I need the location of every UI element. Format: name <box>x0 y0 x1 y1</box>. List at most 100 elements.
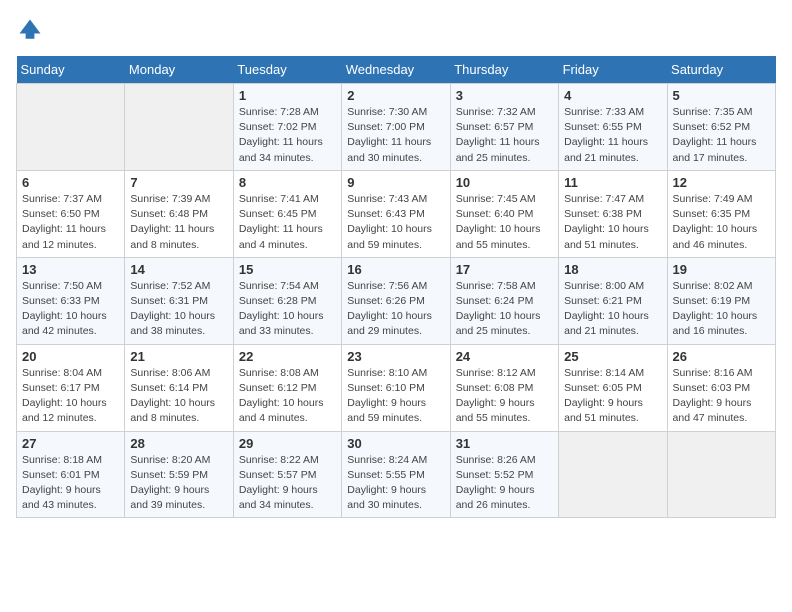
cell-details: Sunrise: 7:56 AMSunset: 6:26 PMDaylight:… <box>347 279 444 340</box>
calendar-cell: 25Sunrise: 8:14 AMSunset: 6:05 PMDayligh… <box>559 344 667 431</box>
sunrise-text: Sunrise: 7:32 AM <box>456 106 536 118</box>
cell-details: Sunrise: 7:50 AMSunset: 6:33 PMDaylight:… <box>22 279 119 340</box>
page-header <box>16 16 776 44</box>
cell-details: Sunrise: 7:45 AMSunset: 6:40 PMDaylight:… <box>456 192 553 253</box>
daylight-text: Daylight: 10 hours and 33 minutes. <box>239 310 324 337</box>
daylight-text: Daylight: 9 hours and 34 minutes. <box>239 484 318 511</box>
daylight-text: Daylight: 11 hours and 12 minutes. <box>22 223 106 250</box>
sunrise-text: Sunrise: 8:16 AM <box>673 367 753 379</box>
day-number: 23 <box>347 349 444 364</box>
cell-details: Sunrise: 8:20 AMSunset: 5:59 PMDaylight:… <box>130 453 227 514</box>
sunset-text: Sunset: 5:55 PM <box>347 469 425 481</box>
sunset-text: Sunset: 6:38 PM <box>564 208 642 220</box>
daylight-text: Daylight: 10 hours and 29 minutes. <box>347 310 432 337</box>
day-of-week-header: Monday <box>125 56 233 84</box>
sunrise-text: Sunrise: 7:58 AM <box>456 280 536 292</box>
cell-details: Sunrise: 8:06 AMSunset: 6:14 PMDaylight:… <box>130 366 227 427</box>
sunrise-text: Sunrise: 8:24 AM <box>347 454 427 466</box>
day-number: 1 <box>239 88 336 103</box>
cell-details: Sunrise: 8:12 AMSunset: 6:08 PMDaylight:… <box>456 366 553 427</box>
calendar-cell: 8Sunrise: 7:41 AMSunset: 6:45 PMDaylight… <box>233 170 341 257</box>
day-number: 12 <box>673 175 770 190</box>
calendar-cell: 20Sunrise: 8:04 AMSunset: 6:17 PMDayligh… <box>17 344 125 431</box>
cell-details: Sunrise: 8:24 AMSunset: 5:55 PMDaylight:… <box>347 453 444 514</box>
sunrise-text: Sunrise: 7:52 AM <box>130 280 210 292</box>
day-number: 4 <box>564 88 661 103</box>
daylight-text: Daylight: 11 hours and 17 minutes. <box>673 136 757 163</box>
sunrise-text: Sunrise: 8:14 AM <box>564 367 644 379</box>
day-of-week-header: Friday <box>559 56 667 84</box>
calendar-cell: 4 Sunrise: 7:33 AM Sunset: 6:55 PM Daylight… <box>559 84 667 171</box>
calendar-week-row: 20Sunrise: 8:04 AMSunset: 6:17 PMDayligh… <box>17 344 776 431</box>
cell-details: Sunrise: 7:47 AMSunset: 6:38 PMDaylight:… <box>564 192 661 253</box>
sunset-text: Sunset: 6:55 PM <box>564 121 642 133</box>
calendar-cell: 31Sunrise: 8:26 AMSunset: 5:52 PMDayligh… <box>450 431 558 518</box>
calendar-cell: 13Sunrise: 7:50 AMSunset: 6:33 PMDayligh… <box>17 257 125 344</box>
cell-details: Sunrise: 7:28 AMSunset: 7:02 PMDaylight:… <box>239 105 336 166</box>
sunset-text: Sunset: 7:02 PM <box>239 121 317 133</box>
cell-details: Sunrise: 7:41 AMSunset: 6:45 PMDaylight:… <box>239 192 336 253</box>
daylight-text: Daylight: 10 hours and 59 minutes. <box>347 223 432 250</box>
daylight-text: Daylight: 10 hours and 38 minutes. <box>130 310 215 337</box>
calendar-cell: 10 Sunrise: 7:45 AMSunset: 6:40 PMDayligh… <box>450 170 558 257</box>
sunrise-text: Sunrise: 7:43 AM <box>347 193 427 205</box>
daylight-text: Daylight: 11 hours and 21 minutes. <box>564 136 648 163</box>
sunrise-text: Sunrise: 7:50 AM <box>22 280 102 292</box>
calendar-cell: 6Sunrise: 7:37 AMSunset: 6:50 PMDaylight… <box>17 170 125 257</box>
day-number: 15 <box>239 262 336 277</box>
logo <box>16 16 48 44</box>
sunrise-text: Sunrise: 8:18 AM <box>22 454 102 466</box>
day-number: 30 <box>347 436 444 451</box>
sunset-text: Sunset: 6:19 PM <box>673 295 751 307</box>
day-of-week-header: Saturday <box>667 56 775 84</box>
cell-details: Sunrise: 7:54 AMSunset: 6:28 PMDaylight:… <box>239 279 336 340</box>
daylight-text: Daylight: 10 hours and 42 minutes. <box>22 310 107 337</box>
calendar-cell: 5Sunrise: 7:35 AMSunset: 6:52 PMDaylight… <box>667 84 775 171</box>
daylight-text: Daylight: 10 hours and 25 minutes. <box>456 310 541 337</box>
day-of-week-header: Sunday <box>17 56 125 84</box>
sunset-text: Sunset: 6:35 PM <box>673 208 751 220</box>
calendar-cell: 22Sunrise: 8:08 AMSunset: 6:12 PMDayligh… <box>233 344 341 431</box>
sunrise-text: Sunrise: 8:08 AM <box>239 367 319 379</box>
day-number: 20 <box>22 349 119 364</box>
sunset-text: Sunset: 5:59 PM <box>130 469 208 481</box>
sunrise-text: Sunrise: 7:47 AM <box>564 193 644 205</box>
calendar-cell <box>559 431 667 518</box>
day-number: 3 <box>456 88 553 103</box>
logo-icon <box>16 16 44 44</box>
calendar-cell <box>17 84 125 171</box>
cell-details: Sunrise: 8:08 AMSunset: 6:12 PMDaylight:… <box>239 366 336 427</box>
sunrise-text: Sunrise: 8:06 AM <box>130 367 210 379</box>
calendar-cell <box>667 431 775 518</box>
calendar-week-row: 1 Sunrise: 7:28 AMSunset: 7:02 PMDaylight… <box>17 84 776 171</box>
cell-details: Sunrise: 7:33 AM Sunset: 6:55 PM Daylight:… <box>564 105 661 166</box>
calendar-cell: 27Sunrise: 8:18 AMSunset: 6:01 PMDayligh… <box>17 431 125 518</box>
sunset-text: Sunset: 6:08 PM <box>456 382 534 394</box>
sunrise-text: Sunrise: 7:35 AM <box>673 106 753 118</box>
sunrise-text: Sunrise: 7:37 AM <box>22 193 102 205</box>
sunrise-text: Sunrise: 7:33 AM <box>564 106 644 118</box>
day-number: 28 <box>130 436 227 451</box>
sunrise-text: Sunrise: 8:10 AM <box>347 367 427 379</box>
cell-details: Sunrise: 7:32 AMSunset: 6:57 PMDaylight:… <box>456 105 553 166</box>
sunset-text: Sunset: 6:50 PM <box>22 208 100 220</box>
calendar-cell: 23Sunrise: 8:10 AMSunset: 6:10 PMDayligh… <box>342 344 450 431</box>
day-number: 10 <box>456 175 553 190</box>
daylight-text: Daylight: 9 hours and 59 minutes. <box>347 397 426 424</box>
calendar-week-row: 27Sunrise: 8:18 AMSunset: 6:01 PMDayligh… <box>17 431 776 518</box>
cell-details: Sunrise: 7:35 AMSunset: 6:52 PMDaylight:… <box>673 105 770 166</box>
sunrise-text: Sunrise: 7:39 AM <box>130 193 210 205</box>
cell-details: Sunrise: 7:49 AMSunset: 6:35 PMDaylight:… <box>673 192 770 253</box>
calendar-cell: 3 Sunrise: 7:32 AMSunset: 6:57 PMDaylight… <box>450 84 558 171</box>
day-of-week-header: Wednesday <box>342 56 450 84</box>
day-number: 26 <box>673 349 770 364</box>
calendar-cell: 2Sunrise: 7:30 AMSunset: 7:00 PMDaylight… <box>342 84 450 171</box>
day-number: 27 <box>22 436 119 451</box>
daylight-text: Daylight: 11 hours and 8 minutes. <box>130 223 214 250</box>
cell-details: Sunrise: 7:30 AMSunset: 7:00 PMDaylight:… <box>347 105 444 166</box>
cell-details: Sunrise: 7:52 AMSunset: 6:31 PMDaylight:… <box>130 279 227 340</box>
daylight-text: Daylight: 10 hours and 21 minutes. <box>564 310 649 337</box>
day-number: 17 <box>456 262 553 277</box>
day-number: 19 <box>673 262 770 277</box>
sunset-text: Sunset: 6:43 PM <box>347 208 425 220</box>
